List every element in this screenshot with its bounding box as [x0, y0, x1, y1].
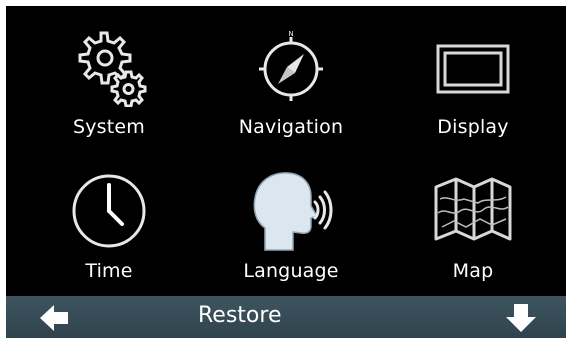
map-tile[interactable]: Map: [380, 150, 566, 294]
display-tile[interactable]: Display: [380, 6, 566, 150]
clock-icon: [16, 166, 202, 256]
display-label: Display: [437, 116, 509, 138]
arrow-left-icon: [40, 305, 68, 331]
device-screen: System N Navigation Display Time Languag…: [6, 6, 566, 338]
back-button[interactable]: [40, 305, 70, 331]
time-label: Time: [85, 260, 133, 282]
scroll-down-button[interactable]: [506, 304, 536, 332]
gears-icon: [16, 22, 202, 112]
compass-icon: N: [198, 22, 384, 112]
system-label: System: [72, 116, 146, 138]
navigation-label: Navigation: [238, 116, 344, 138]
time-tile[interactable]: Time: [16, 150, 202, 294]
settings-menu-grid: System N Navigation Display Time Languag…: [6, 6, 566, 294]
speaking-head-icon: [198, 166, 384, 256]
display-icon: [380, 22, 566, 112]
navigation-tile[interactable]: N Navigation: [198, 6, 384, 150]
map-label: Map: [452, 260, 494, 282]
arrow-down-icon: [506, 304, 536, 332]
system-tile[interactable]: System: [16, 6, 202, 150]
folded-map-icon: [380, 166, 566, 256]
language-tile[interactable]: Language: [198, 150, 384, 294]
bottom-bar: Restore: [6, 296, 566, 338]
restore-button[interactable]: Restore: [198, 303, 281, 328]
language-label: Language: [243, 260, 339, 282]
svg-text:N: N: [288, 30, 293, 38]
